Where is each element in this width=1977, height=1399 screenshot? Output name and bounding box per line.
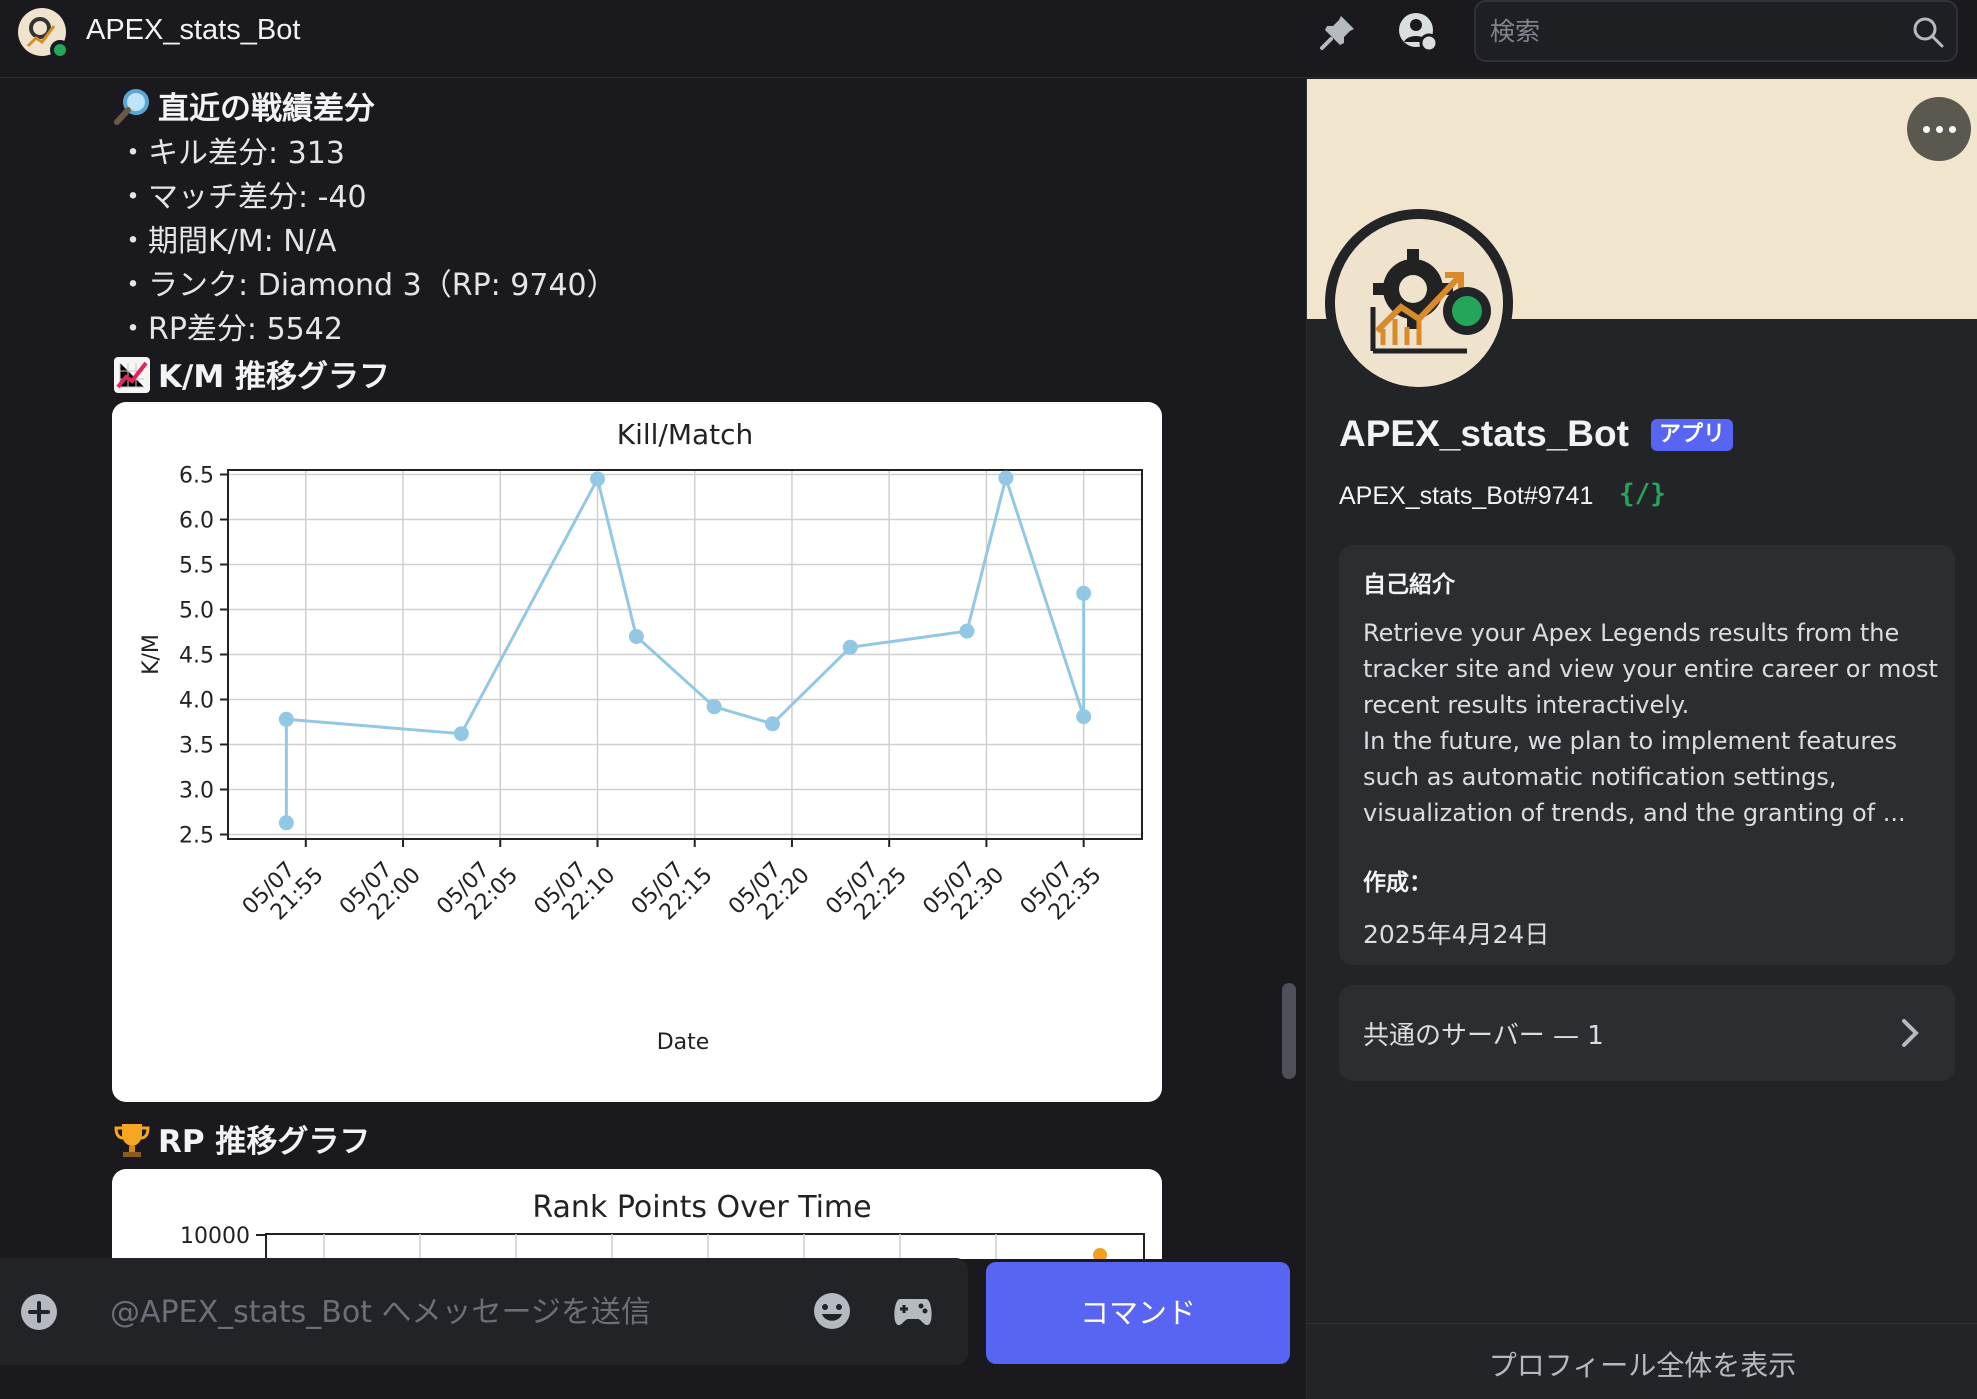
km-chart-image[interactable]: 2.5 3.0 3.5 4.0 4.5 5.0 5.5 6.0 6.5 05/0721:55 05/… [112,402,1162,1102]
chart-title: Kill/Match [617,418,754,451]
chevron-right-icon [1902,1019,1919,1047]
data-point [1093,1248,1107,1259]
pin-icon[interactable] [1316,10,1360,54]
top-bar: APEX_stats_Bot [0,0,1977,78]
stat-line-rank: ・ランク: Diamond 3（RP: 9740） [118,268,617,303]
commands-button[interactable]: コマンド [986,1262,1290,1364]
x-tick-label: 05/0722:15 [627,846,718,937]
user-profile-icon[interactable] [1396,10,1440,54]
y-tick-label: 5.5 [179,554,214,579]
profile-panel: APEX_stats_Bot アプリ APEX_stats_Bot#9741 {… [1306,79,1977,1399]
x-tick-label: 05/0722:25 [821,846,912,937]
rp-chart-heading-text: RP 推移グラフ [158,1124,371,1160]
data-point [998,470,1014,486]
y-tick-label: 10000 [180,1224,250,1249]
km-chart-heading-text: K/M 推移グラフ [158,359,390,395]
data-point [453,726,469,742]
emoji-picker-icon[interactable] [812,1291,852,1331]
data-point [706,699,722,715]
search-box[interactable] [1474,0,1958,62]
stats-heading-text: 直近の戦績差分 [158,91,375,127]
about-me-card: 自己紹介 Retrieve your Apex Legends results … [1339,545,1955,965]
y-tick-label: 4.5 [179,644,214,669]
x-tick-label: 05/0722:35 [1016,846,1107,937]
data-point [278,815,294,831]
profile-name: APEX_stats_Bot [1339,413,1629,454]
message-list[interactable]: 直近の戦績差分 ・キル差分: 313 ・マッチ差分: -40 ・期間K/M: N… [0,79,1305,1259]
y-tick-label: 3.5 [179,734,214,759]
chart-title: Rank Points Over Time [532,1190,871,1225]
stat-line-kills: ・キル差分: 313 [118,136,345,171]
gamepad-icon[interactable] [892,1291,934,1331]
data-point [842,639,858,655]
app-badge: アプリ [1651,419,1734,451]
data-point [278,711,294,727]
data-point [589,471,605,487]
message-input[interactable] [110,1286,750,1338]
scrollbar-thumb[interactable] [1282,983,1296,1079]
slash-commands-icon: {/} [1619,479,1666,509]
stat-line-matches: ・マッチ差分: -40 [118,180,367,215]
km-chart-heading: K/M 推移グラフ [112,351,390,396]
y-tick-label: 6.5 [179,464,214,489]
x-axis-label: Date [657,1030,710,1055]
bot-avatar[interactable] [18,8,70,60]
rp-chart-image[interactable]: Rank Points Over Time 10000 [112,1169,1162,1259]
about-heading: 自己紹介 [1363,572,1455,598]
created-heading: 作成： [1363,870,1432,896]
x-tick-label: 05/0722:10 [530,846,621,937]
series-line [284,472,1086,823]
chart-increasing-emoji-icon [114,357,150,393]
message-composer [0,1258,968,1365]
search-input[interactable] [1490,14,1890,48]
mutual-servers-label: 共通のサーバー — 1 [1363,1021,1604,1051]
x-tick-label: 05/0722:20 [724,846,815,937]
online-status-dot [1443,287,1491,335]
x-tick-label: 05/0722:30 [918,846,1009,937]
profile-tag: APEX_stats_Bot#9741 [1339,482,1594,510]
stats-heading: 直近の戦績差分 [112,83,375,128]
y-tick-label: 4.0 [179,689,214,714]
stat-line-km: ・期間K/M: N/A [118,224,337,259]
online-status-dot [50,40,70,60]
y-tick-label: 5.0 [179,599,214,624]
data-point [1076,709,1092,725]
y-tick-label: 3.0 [179,779,214,804]
app-window: APEX_stats_Bot 直近の戦績差分 ・キル差分: 31 [0,0,1977,1399]
data-point [765,716,781,732]
x-tick-label: 05/0721:55 [238,846,329,937]
stat-line-rp: ・RP差分: 5542 [118,312,343,347]
data-point [628,629,644,644]
search-icon[interactable] [1910,14,1946,50]
created-date: 2025年4月24日 [1363,920,1550,949]
mutual-servers-row[interactable]: 共通のサーバー — 1 [1339,985,1955,1081]
data-point [959,623,975,639]
magnifier-emoji-icon [114,89,149,125]
about-text: Retrieve your Apex Legends results from … [1363,619,1938,827]
y-tick-label: 6.0 [179,509,214,534]
x-tick-label: 05/0722:00 [335,846,426,937]
rp-chart-heading: RP 推移グラフ [112,1116,370,1161]
view-full-profile-button[interactable]: プロフィール全体を表示 [1307,1323,1977,1399]
km-line-chart: 2.53.03.54.04.55.05.56.06.505/0721:55 05/… [139,418,1143,1055]
more-options-icon[interactable] [1907,97,1971,161]
trophy-emoji-icon [114,1124,150,1157]
data-point [1076,585,1092,601]
x-tick-label: 05/0722:05 [432,846,523,937]
rp-line-chart: Rank Points Over Time 10000 [180,1190,1145,1259]
y-axis-label: K/M [139,634,164,675]
add-attachment-icon[interactable] [20,1293,58,1331]
y-tick-label: 2.5 [179,824,214,849]
channel-title: APEX_stats_Bot [86,14,301,46]
